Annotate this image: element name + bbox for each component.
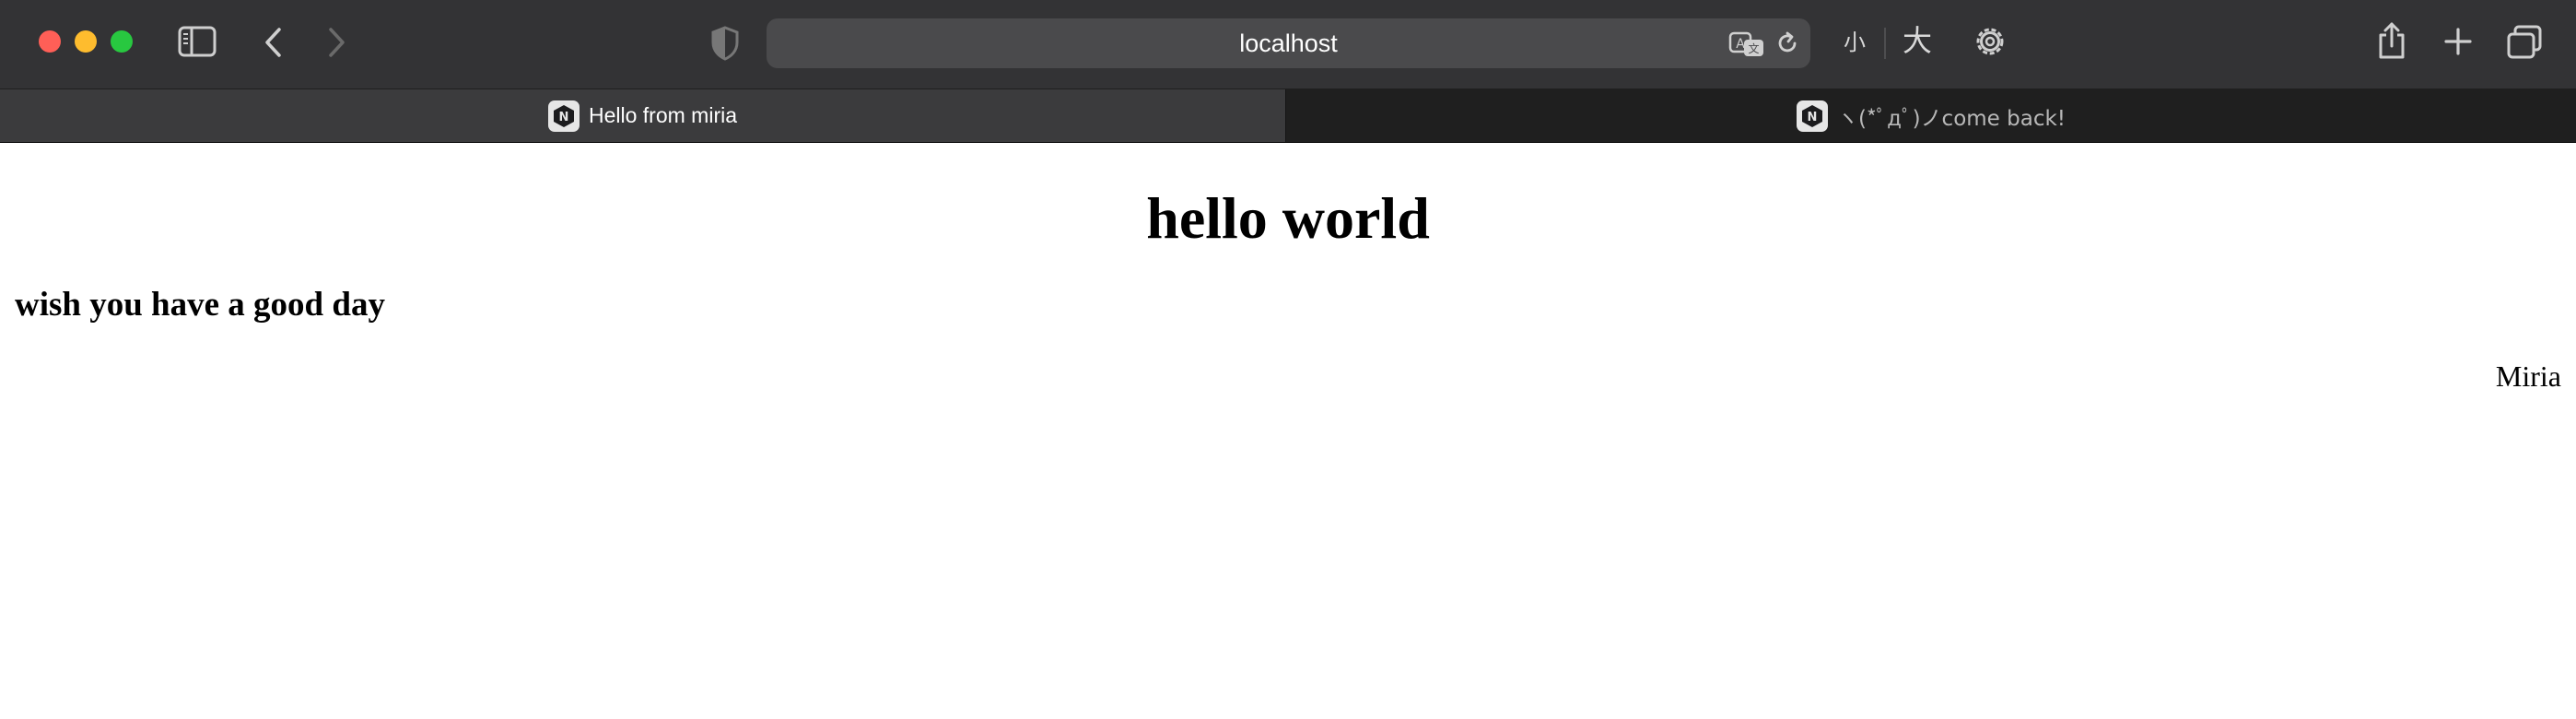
font-size-decrease-button[interactable]: 小: [1838, 22, 1871, 63]
page-author: Miria: [2495, 360, 2561, 393]
tab-come-back[interactable]: N ヽ(*ﾟдﾟ)ノcome back!: [1286, 89, 2576, 142]
forward-icon[interactable]: [326, 26, 348, 59]
favicon-letter: N: [1808, 111, 1818, 124]
tab-title: ヽ(*ﾟдﾟ)ノcome back!: [1836, 106, 2067, 131]
address-text: localhost: [1239, 29, 1338, 57]
settings-gear-icon[interactable]: [1971, 22, 2009, 61]
minimize-window-button[interactable]: [75, 30, 97, 53]
page-content: hello world wish you have a good day Mir…: [0, 143, 2576, 719]
page-subtitle: wish you have a good day: [15, 286, 385, 324]
toolbar-divider: [1884, 28, 1886, 59]
translate-icon[interactable]: A 文: [1728, 31, 1765, 57]
browser-toolbar: localhost A 文 小 大: [0, 0, 2576, 89]
back-icon[interactable]: [262, 26, 284, 59]
close-window-button[interactable]: [39, 30, 61, 53]
privacy-shield-icon[interactable]: [709, 25, 741, 62]
page-title: hello world: [1146, 185, 1430, 251]
font-size-increase-button[interactable]: 大: [1896, 20, 1938, 61]
reload-icon[interactable]: [1774, 30, 1800, 56]
tab-overview-icon[interactable]: [2506, 24, 2543, 61]
favicon-letter: N: [559, 111, 569, 124]
nuxt-favicon-icon: N: [547, 100, 580, 132]
sidebar-icon[interactable]: [178, 25, 217, 58]
address-bar[interactable]: localhost A 文: [767, 18, 1810, 68]
new-tab-icon[interactable]: [2442, 26, 2474, 57]
tab-bar: N Hello from miria N ヽ(*ﾟдﾟ)ノcome back!: [0, 89, 2576, 143]
tab-title: Hello from miria: [588, 103, 738, 127]
tab-hello-from-miria[interactable]: N Hello from miria: [0, 89, 1286, 142]
svg-text:文: 文: [1748, 41, 1759, 55]
share-icon[interactable]: [2376, 20, 2407, 61]
svg-text:A: A: [1736, 37, 1745, 52]
zoom-window-button[interactable]: [111, 30, 133, 53]
nuxt-favicon-icon: N: [1796, 100, 1828, 132]
